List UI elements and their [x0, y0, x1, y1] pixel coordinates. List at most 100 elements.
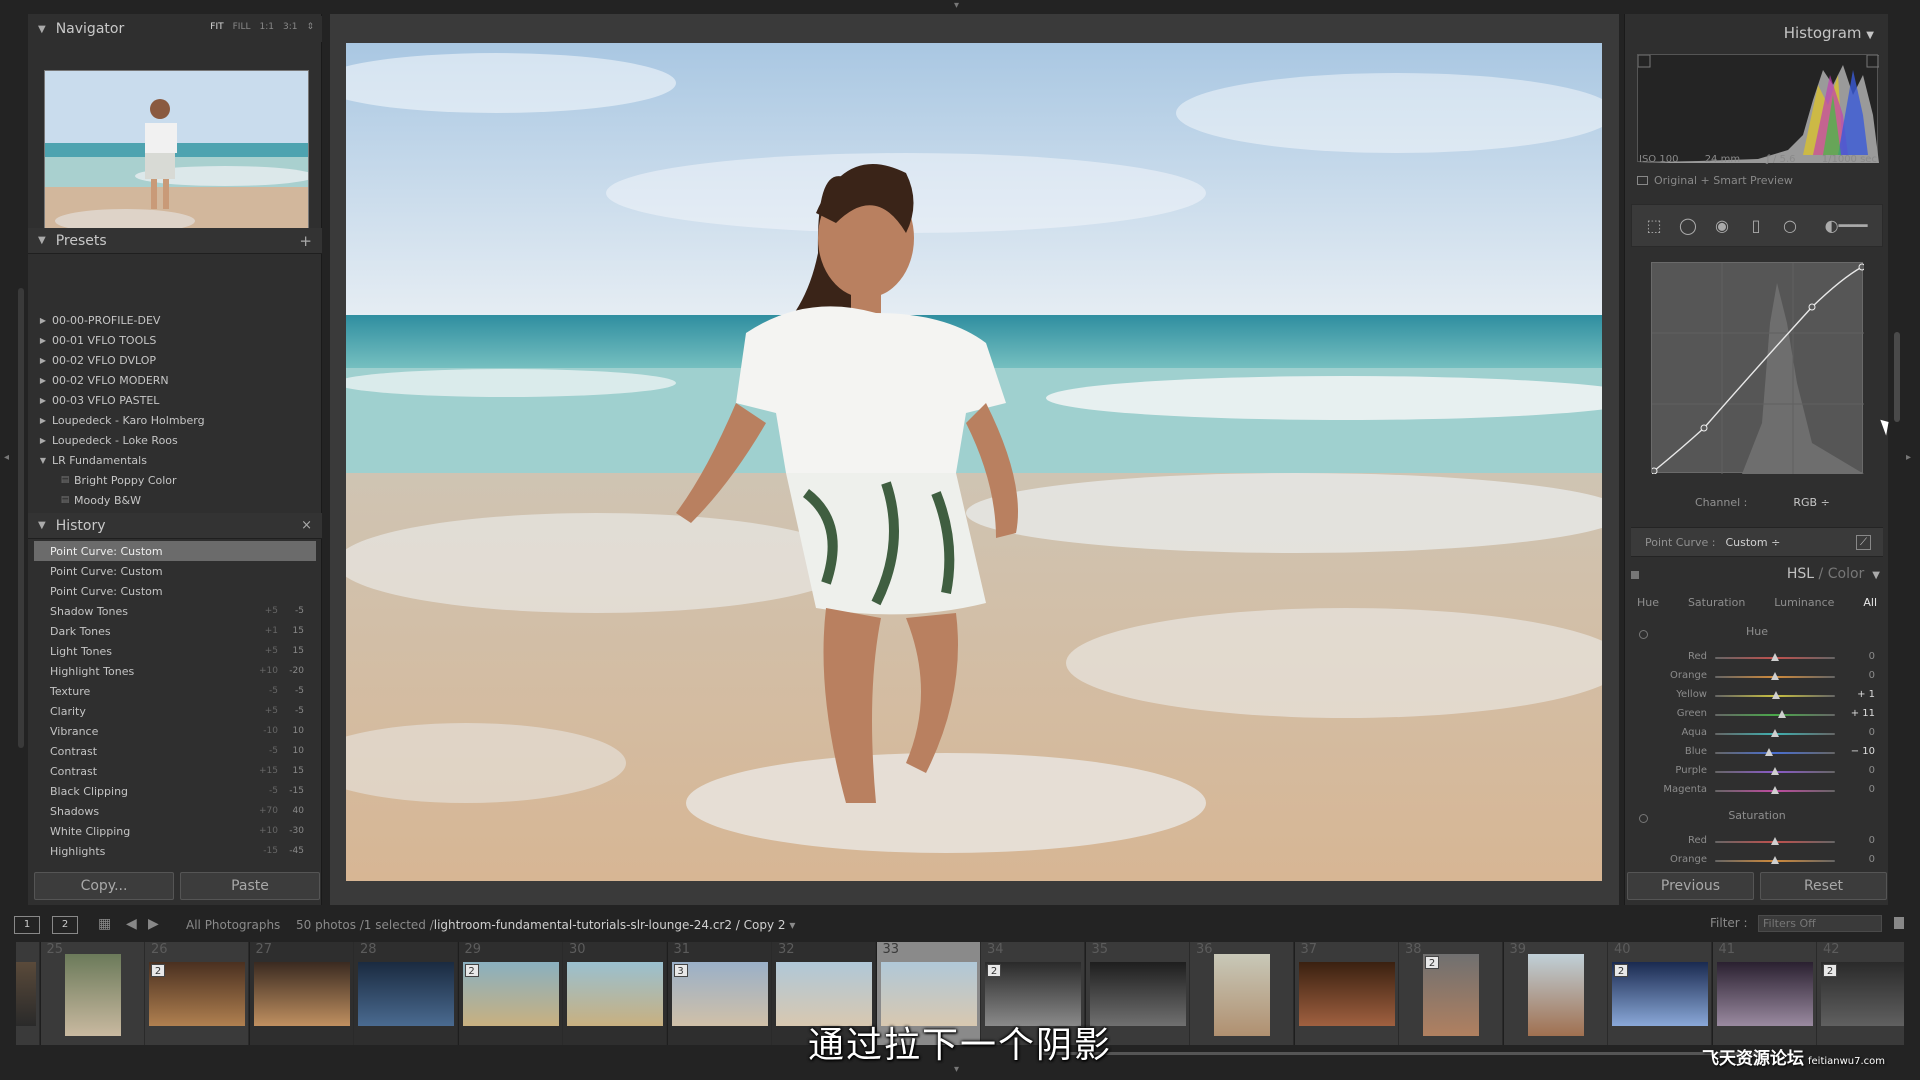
slider-value[interactable]: − 10	[1835, 746, 1875, 757]
hsl-header[interactable]: HSL / Color ▼	[1787, 566, 1880, 582]
history-step[interactable]: Shadow Tones +5 -5	[34, 601, 316, 621]
zoom-fill[interactable]: FILL	[233, 22, 251, 32]
forward-arrow-icon[interactable]: ▶	[148, 916, 159, 932]
history-step[interactable]: Clarity +5 -5	[34, 701, 316, 721]
history-step[interactable]: Vibrance -10 10	[34, 721, 316, 741]
tab-hue[interactable]: Hue	[1637, 596, 1659, 609]
hsl-slider-red[interactable]: Red 0	[1625, 649, 1889, 667]
right-panel-toggle-icon[interactable]: ▸	[1906, 452, 1911, 463]
filmstrip-source[interactable]: All Photographs	[186, 918, 280, 932]
histogram-header[interactable]: Histogram ▼	[1784, 24, 1874, 42]
filter-lock-icon[interactable]	[1894, 917, 1904, 929]
grid-view-icon[interactable]: ▦	[98, 916, 111, 932]
hsl-slider-aqua[interactable]: Aqua 0	[1625, 725, 1889, 743]
red-eye-icon[interactable]: ◉	[1712, 216, 1732, 236]
preset-folder[interactable]: ▶ Loupedeck - Loke Roos	[34, 430, 316, 450]
slider-thumb[interactable]	[1771, 653, 1779, 661]
navigator-preview[interactable]	[44, 70, 309, 249]
stack-count-badge[interactable]: 2	[464, 964, 479, 977]
preset-item[interactable]: ▤ Bright Poppy Color	[34, 470, 316, 490]
expand-triangle-icon[interactable]: ▶	[34, 336, 52, 345]
history-step[interactable]: Texture -5 -5	[34, 681, 316, 701]
top-panel-toggle-icon[interactable]: ▾	[954, 0, 959, 11]
hsl-slider-orange[interactable]: Orange 0	[1625, 668, 1889, 686]
left-panel-toggle-icon[interactable]: ◂	[4, 452, 9, 463]
back-arrow-icon[interactable]: ◀	[126, 916, 137, 932]
tone-curve-graph[interactable]	[1650, 262, 1866, 475]
preset-folder[interactable]: ▶ 00-01 VFLO TOOLS	[34, 330, 316, 350]
tab-luminance[interactable]: Luminance	[1774, 596, 1834, 609]
histogram[interactable]	[1637, 54, 1880, 163]
slider-value[interactable]: 0	[1835, 651, 1875, 662]
hsl-slider-purple[interactable]: Purple 0	[1625, 763, 1889, 781]
slider-thumb[interactable]	[1771, 767, 1779, 775]
history-step[interactable]: Contrast +15 15	[34, 761, 316, 781]
history-step[interactable]: Highlights -15 -45	[34, 841, 316, 861]
main-photo[interactable]	[346, 43, 1602, 881]
stack-count-badge[interactable]: 2	[987, 964, 1001, 977]
stack-count-badge[interactable]: 3	[673, 964, 688, 977]
history-header[interactable]: ▼ History ×	[28, 513, 322, 539]
collapse-triangle-icon[interactable]: ▼	[34, 456, 52, 465]
expand-triangle-icon[interactable]: ▶	[34, 356, 52, 365]
slider-thumb[interactable]	[1771, 729, 1779, 737]
preset-item[interactable]: ▤ Moody B&W	[34, 490, 316, 510]
history-step[interactable]: Shadows +70 40	[34, 801, 316, 821]
reset-button[interactable]: Reset	[1760, 872, 1887, 900]
zoom-fit[interactable]: FIT	[210, 22, 223, 32]
right-panel-scrollbar[interactable]	[1894, 332, 1900, 422]
slider-value[interactable]: 0	[1835, 854, 1875, 865]
preset-folder[interactable]: ▶ 00-00-PROFILE-DEV	[34, 310, 316, 330]
preset-folder[interactable]: ▶ 00-02 VFLO MODERN	[34, 370, 316, 390]
zoom-1-1[interactable]: 1:1	[259, 22, 273, 32]
stack-count-badge[interactable]: 2	[1823, 964, 1837, 977]
slider-thumb[interactable]	[1771, 691, 1780, 699]
preset-folder[interactable]: ▶ 00-03 VFLO PASTEL	[34, 390, 316, 410]
hsl-slider-yellow[interactable]: Yellow + 1	[1625, 687, 1889, 705]
history-step[interactable]: Contrast -5 10	[34, 741, 316, 761]
graduated-filter-icon[interactable]: ▯	[1746, 216, 1766, 236]
hsl-slider-blue[interactable]: Blue − 10	[1625, 744, 1889, 762]
expand-triangle-icon[interactable]: ▶	[34, 316, 52, 325]
slider-thumb[interactable]	[1771, 837, 1779, 845]
history-step[interactable]: White Clipping +10 -30	[34, 821, 316, 841]
slider-value[interactable]: + 11	[1835, 708, 1875, 719]
left-panel-scrollbar[interactable]	[18, 288, 24, 748]
slider-value[interactable]: 0	[1835, 670, 1875, 681]
adjustment-brush-icon[interactable]: ◐━━━	[1818, 216, 1874, 236]
filename-menu-icon[interactable]: ▾	[789, 918, 795, 932]
history-step[interactable]: Highlight Tones +10 -20	[34, 661, 316, 681]
preset-folder-open[interactable]: ▼ LR Fundamentals	[34, 450, 316, 470]
slider-value[interactable]: 0	[1835, 765, 1875, 776]
slider-thumb[interactable]	[1771, 856, 1779, 864]
slider-track[interactable]	[1715, 752, 1835, 754]
preset-folder[interactable]: ▶ 00-02 VFLO DVLOP	[34, 350, 316, 370]
slider-thumb[interactable]	[1771, 672, 1779, 680]
point-curve-dropdown[interactable]: Custom ÷	[1725, 536, 1780, 549]
stack-count-badge[interactable]: 2	[1425, 956, 1439, 969]
slider-value[interactable]: 0	[1835, 727, 1875, 738]
hsl-slider-green[interactable]: Green + 11	[1625, 706, 1889, 724]
slider-thumb[interactable]	[1777, 710, 1786, 718]
expand-triangle-icon[interactable]: ▶	[34, 416, 52, 425]
radial-filter-icon[interactable]: ○	[1780, 216, 1800, 236]
hsl-slider-red[interactable]: Red 0	[1625, 833, 1889, 851]
slider-value[interactable]: 0	[1835, 835, 1875, 846]
history-step[interactable]: Light Tones +5 15	[34, 641, 316, 661]
hsl-slider-orange[interactable]: Orange 0	[1625, 852, 1889, 870]
main-window-button[interactable]: 1	[14, 916, 40, 934]
zoom-3-1[interactable]: 3:1	[283, 22, 297, 32]
spot-removal-icon[interactable]: ◯	[1678, 216, 1698, 236]
color-title[interactable]: Color	[1828, 566, 1865, 582]
hsl-title[interactable]: HSL	[1787, 566, 1814, 582]
slider-value[interactable]: 0	[1835, 784, 1875, 795]
crop-tool-icon[interactable]: ⬚	[1644, 216, 1664, 236]
zoom-stepper-icon[interactable]: ⇕	[306, 22, 314, 32]
secondary-window-button[interactable]: 2	[52, 916, 78, 934]
tab-all[interactable]: All	[1863, 596, 1877, 609]
smart-preview-status[interactable]: Original + Smart Preview	[1637, 174, 1793, 187]
preset-folder[interactable]: ▶ Loupedeck - Karo Holmberg	[34, 410, 316, 430]
presets-header[interactable]: ▼ Presets +	[28, 228, 322, 254]
expand-triangle-icon[interactable]: ▶	[34, 396, 52, 405]
channel-value[interactable]: RGB ÷	[1793, 496, 1829, 509]
